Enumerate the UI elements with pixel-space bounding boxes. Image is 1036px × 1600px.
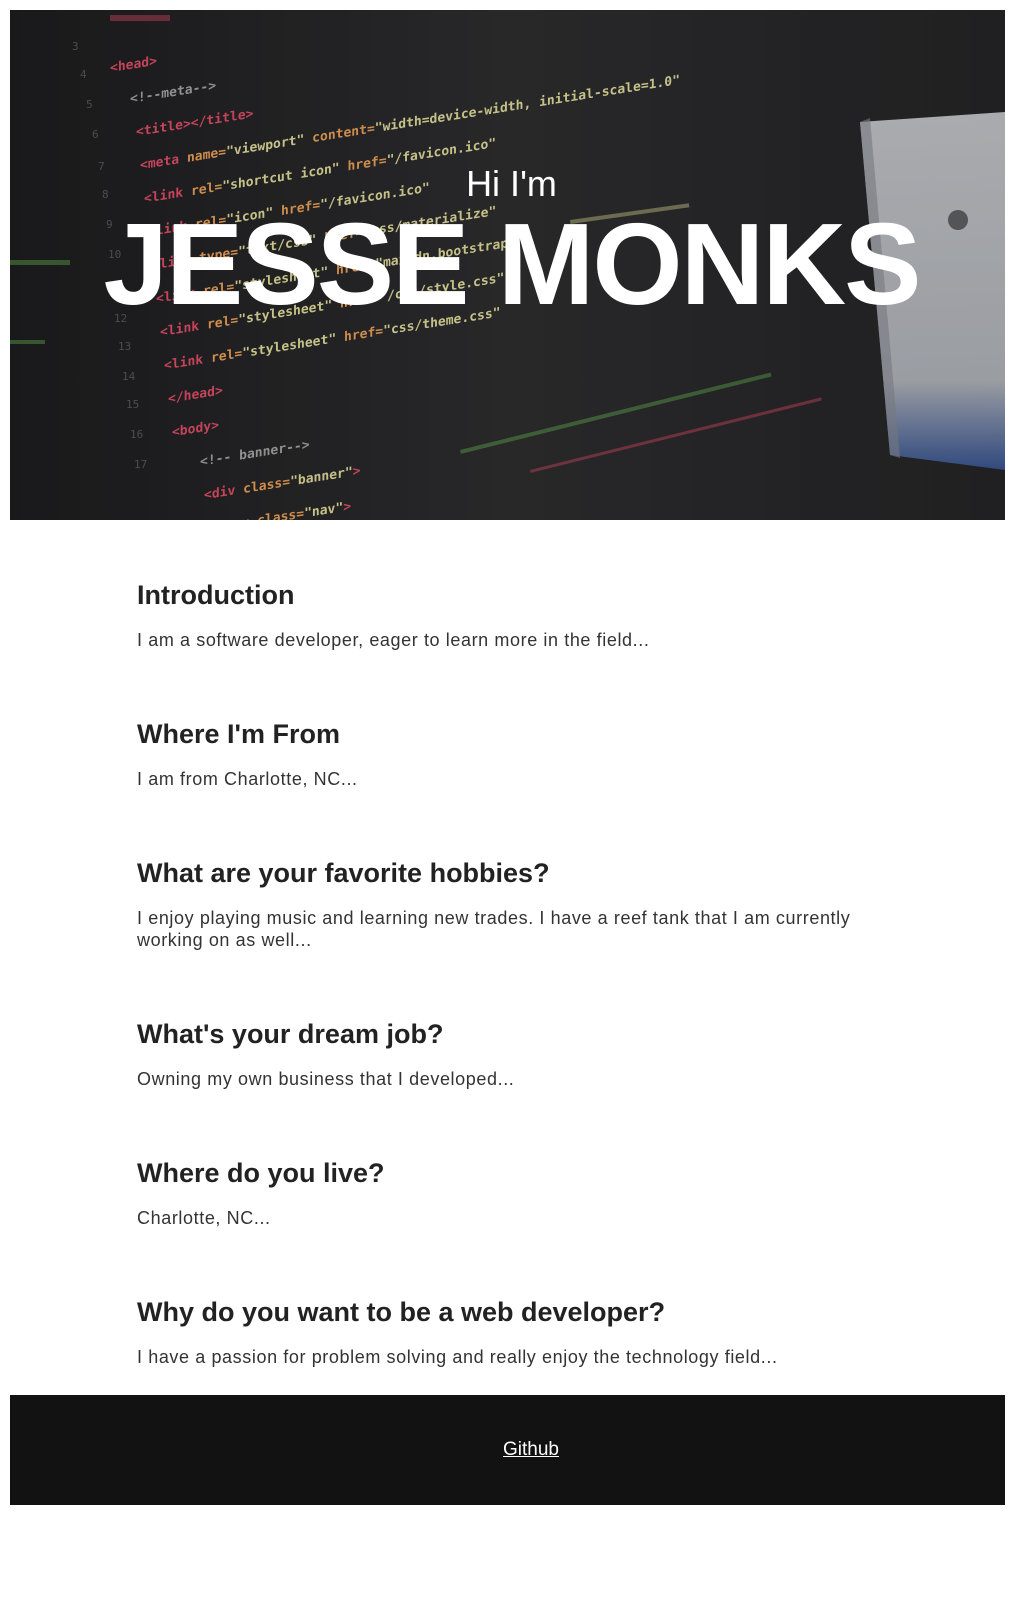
section-body: I am from Charlotte, NC... <box>137 769 358 789</box>
hero-banner: 345 678 9 10 11 12 13 14 15 16 17 <head> <!--m… <box>10 10 1005 520</box>
github-link[interactable]: Github <box>503 1439 559 1461</box>
section-body: I enjoy playing music and learning new t… <box>137 908 851 950</box>
section-body: I have a passion for problem solving and… <box>137 1347 778 1367</box>
section-heading: Introduction <box>137 580 295 610</box>
section-dream-job: What's your dream job? Owning my own bus… <box>137 1017 897 1156</box>
section-heading: What are your favorite hobbies? <box>137 858 550 888</box>
section-body: I am a software developer, eager to lear… <box>137 630 650 650</box>
section-where-from: Where I'm From I am from Charlotte, NC..… <box>137 717 897 856</box>
section-heading: Why do you want to be a web developer? <box>137 1297 666 1327</box>
footer: Github <box>10 1395 1005 1505</box>
section-hobbies: What are your favorite hobbies? I enjoy … <box>137 856 897 1017</box>
section-heading: Where do you live? <box>137 1158 385 1188</box>
section-introduction: Introduction I am a software developer, … <box>137 578 897 717</box>
main-content: Introduction I am a software developer, … <box>137 578 897 1434</box>
section-body: Owning my own business that I developed.… <box>137 1069 515 1089</box>
section-heading: Where I'm From <box>137 719 340 749</box>
page: 345 678 9 10 11 12 13 14 15 16 17 <head> <!--m… <box>0 0 1036 1600</box>
section-where-live: Where do you live? Charlotte, NC... <box>137 1156 897 1295</box>
hero-greeting: Hi I'm <box>466 163 557 204</box>
hero-name: JESSE MONKS <box>103 199 922 329</box>
section-heading: What's your dream job? <box>137 1019 444 1049</box>
section-body: Charlotte, NC... <box>137 1208 271 1228</box>
